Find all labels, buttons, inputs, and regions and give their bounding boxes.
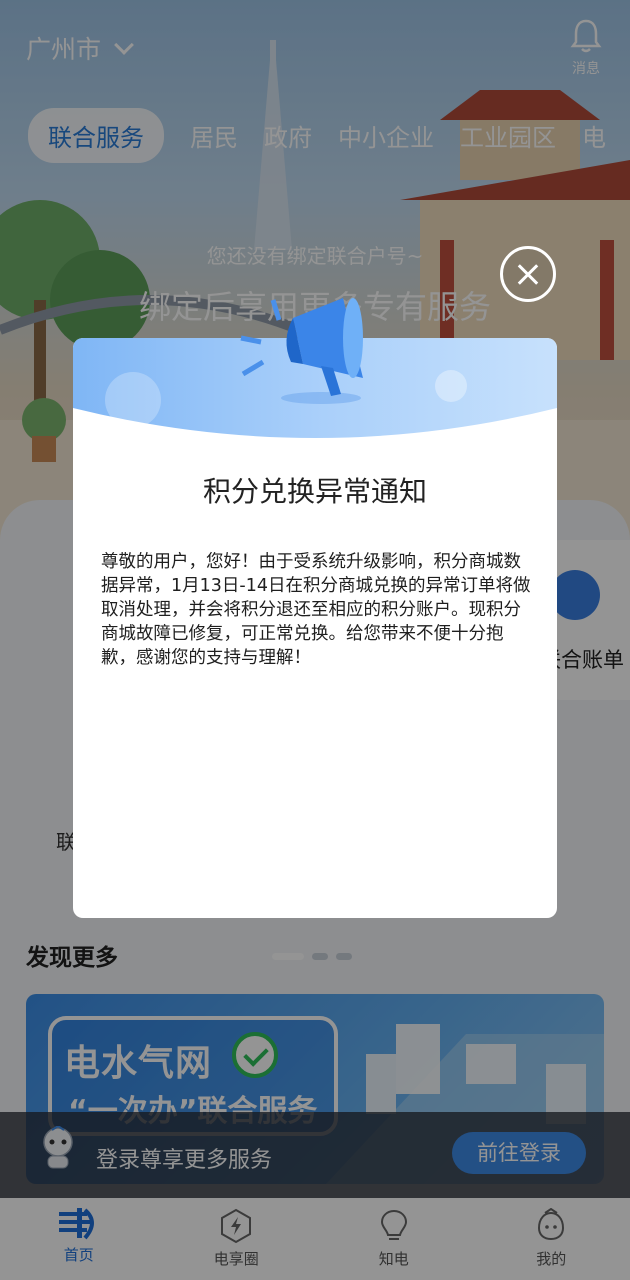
notice-dialog: 积分兑换异常通知 尊敬的用户，您好！由于受系统升级影响，积分商城数据异常，1月1…	[73, 298, 557, 918]
dialog-body: 尊敬的用户，您好！由于受系统升级影响，积分商城数据异常，1月13日-14日在积分…	[101, 552, 531, 668]
close-icon[interactable]	[500, 246, 556, 302]
dialog-title: 积分兑换异常通知	[202, 475, 427, 508]
megaphone-icon	[240, 298, 363, 396]
